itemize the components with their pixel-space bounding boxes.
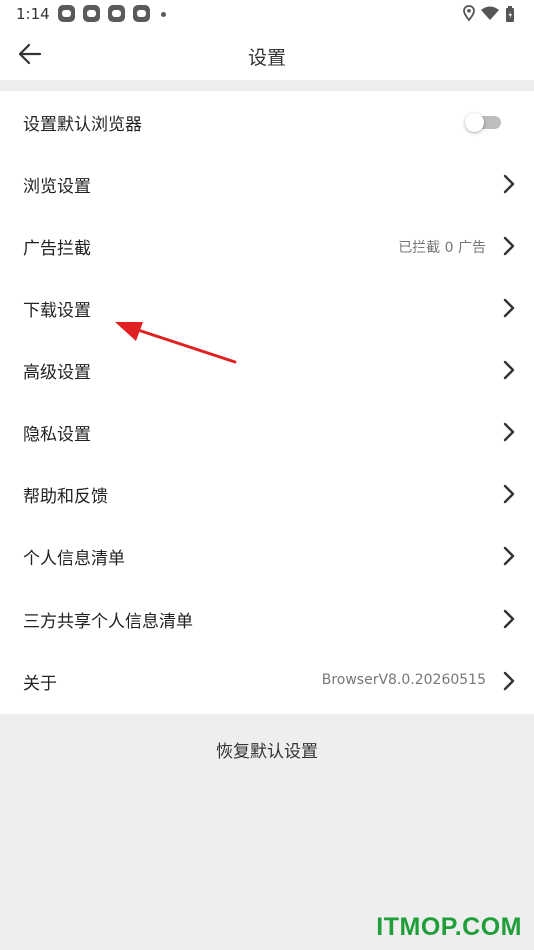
chevron-right-icon [503, 484, 515, 504]
page-title: 设置 [247, 47, 286, 69]
chevron-right-icon [503, 360, 515, 380]
chevron-right-icon [503, 422, 515, 442]
app-bar: 设置 [0, 28, 534, 80]
settings-row-label: 关于 [23, 674, 57, 694]
settings-row-personal-info[interactable]: 个人信息清单 [0, 525, 534, 587]
chevron-right-icon [503, 546, 515, 566]
settings-row-label: 隐私设置 [23, 425, 91, 445]
app-notification-icon [133, 5, 150, 22]
toggle-thumb [465, 113, 484, 132]
settings-row-label: 个人信息清单 [23, 549, 125, 569]
settings-row-label: 高级设置 [23, 363, 91, 383]
app-version: BrowserV8.0.20260515 [321, 672, 486, 688]
settings-row-advanced[interactable]: 高级设置 [0, 339, 534, 401]
settings-row-label: 广告拦截 [23, 239, 91, 259]
battery-icon [506, 6, 514, 22]
ad-block-count: 已拦截 0 广告 [398, 240, 486, 256]
settings-row-download[interactable]: 下载设置 [0, 277, 534, 339]
wifi-icon [481, 6, 499, 20]
settings-row-ad-block[interactable]: 广告拦截 已拦截 0 广告 [0, 215, 534, 277]
settings-list: 设置默认浏览器 浏览设置 广告拦截 已拦截 0 广告 下载设置 高级设置 隐私设… [0, 91, 534, 714]
status-bar: 1:14 [0, 0, 534, 28]
app-notification-icon [58, 5, 75, 22]
settings-row-label: 浏览设置 [23, 177, 91, 197]
chevron-right-icon [503, 298, 515, 318]
chevron-right-icon [503, 609, 515, 629]
settings-row-default-browser[interactable]: 设置默认浏览器 [0, 91, 534, 153]
default-browser-toggle[interactable] [465, 113, 501, 132]
reset-defaults-button[interactable]: 恢复默认设置 [0, 727, 534, 777]
settings-row-label: 帮助和反馈 [23, 487, 108, 507]
more-notifications-dot-icon [161, 12, 166, 17]
settings-row-label: 设置默认浏览器 [23, 115, 142, 135]
settings-row-privacy[interactable]: 隐私设置 [0, 401, 534, 463]
settings-row-label: 三方共享个人信息清单 [23, 612, 193, 632]
settings-row-third-party-info[interactable]: 三方共享个人信息清单 [0, 588, 534, 650]
app-notification-icon [108, 5, 125, 22]
chevron-right-icon [503, 671, 515, 691]
settings-row-browse[interactable]: 浏览设置 [0, 153, 534, 215]
settings-row-label: 下载设置 [23, 301, 91, 321]
settings-row-about[interactable]: 关于 BrowserV8.0.20260515 [0, 650, 534, 712]
chevron-right-icon [503, 174, 515, 194]
settings-row-help[interactable]: 帮助和反馈 [0, 463, 534, 525]
watermark-logo: ITMOP.COM [376, 913, 522, 941]
chevron-right-icon [503, 236, 515, 256]
status-time: 1:14 [16, 5, 50, 23]
app-notification-icon [83, 5, 100, 22]
system-status-icons [463, 5, 514, 22]
location-icon [463, 5, 475, 22]
